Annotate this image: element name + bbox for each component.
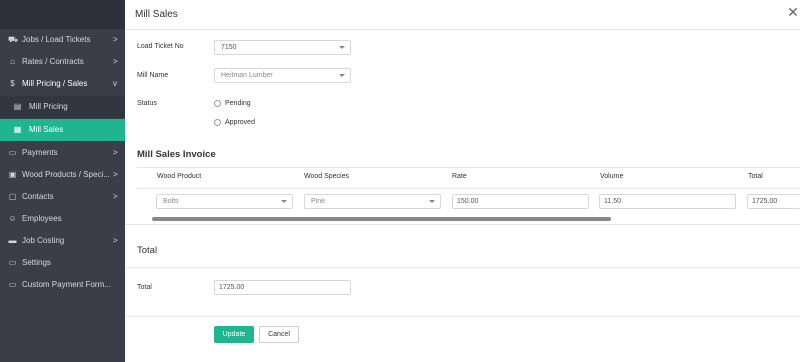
chevron-right-icon: >: [113, 57, 118, 66]
tag-icon: ⌂: [10, 57, 15, 66]
radio-circle: [214, 100, 221, 107]
bar-chart-icon: ▦: [13, 125, 22, 134]
table-header: [137, 167, 800, 189]
status-label: Status: [137, 100, 157, 107]
sidebar-item-label: Mill Pricing: [29, 102, 68, 111]
sidebar-item-label: Contacts: [22, 192, 54, 201]
sidebar-item-job-costing[interactable]: ▬ Job Costing >: [0, 230, 125, 252]
volume-input[interactable]: 11.50: [599, 194, 736, 209]
sidebar-item-label: Employees: [22, 214, 62, 223]
sidebar-item-label: Mill Sales: [29, 125, 64, 134]
total-input[interactable]: 1725.00: [747, 194, 800, 209]
monitor-icon: ▭: [8, 280, 17, 289]
divider: [125, 316, 800, 317]
load-ticket-select[interactable]: 7150: [214, 40, 351, 55]
caret-down-icon: [429, 200, 435, 203]
total-section-title: Total: [137, 245, 158, 256]
rate-input[interactable]: 150.00: [452, 194, 589, 209]
chevron-down-icon: v: [113, 79, 117, 88]
caret-down-icon: [339, 74, 345, 77]
divider: [125, 267, 800, 268]
sidebar-item-label: Mill Pricing / Sales: [22, 79, 88, 88]
column-header-wood-product: Wood Product: [157, 173, 202, 180]
wood-product-select[interactable]: Bolts: [156, 194, 293, 209]
sidebar-item-label: Jobs / Load Tickets: [22, 35, 91, 44]
radio-label: Approved: [225, 119, 255, 126]
horizontal-scrollbar[interactable]: [152, 217, 611, 221]
sidebar-item-label: Rates / Contracts: [22, 57, 84, 66]
wood-product-value: Bolts: [163, 198, 179, 205]
status-radio-pending[interactable]: Pending: [214, 100, 251, 107]
contacts-icon: ▢: [8, 192, 17, 201]
column-header-rate: Rate: [452, 173, 467, 180]
sidebar-item-wood-products[interactable]: ▣ Wood Products / Speci... >: [0, 164, 125, 186]
mill-name-value: Heitman Lumber: [221, 72, 273, 79]
tree-icon: ▣: [8, 170, 17, 179]
chevron-right-icon: >: [113, 35, 118, 44]
price-list-icon: ▤: [13, 102, 22, 111]
load-ticket-label: Load Ticket No: [137, 43, 184, 50]
mill-name-select[interactable]: Heitman Lumber: [214, 68, 351, 83]
grand-total-input[interactable]: 1725.00: [214, 280, 351, 295]
sidebar-item-settings[interactable]: ▭ Settings: [0, 252, 125, 274]
chevron-right-icon: >: [113, 192, 118, 201]
sidebar-item-mill-pricing-sales[interactable]: $ Mill Pricing / Sales v: [0, 73, 125, 95]
caret-down-icon: [281, 200, 287, 203]
sidebar-item-employees[interactable]: ☺ Employees: [0, 208, 125, 230]
radio-circle: [214, 119, 221, 126]
divider: [125, 29, 800, 30]
update-button[interactable]: Update: [214, 326, 254, 343]
wood-species-value: Pine: [311, 198, 326, 205]
money-icon: ▬: [8, 236, 17, 245]
mill-sales-modal: Mill Sales ✕ Load Ticket No 7150 Mill Na…: [125, 0, 800, 362]
wood-species-select[interactable]: Pine: [304, 194, 441, 209]
mill-name-label: Mill Name: [137, 72, 169, 79]
column-header-total: Total: [748, 173, 763, 180]
close-icon[interactable]: ✕: [786, 4, 800, 20]
load-ticket-value: 7150: [221, 44, 237, 51]
caret-down-icon: [339, 46, 345, 49]
column-header-volume: Volume: [600, 173, 624, 180]
cancel-button[interactable]: Cancel: [259, 326, 299, 343]
monitor-icon: ▭: [8, 258, 17, 267]
sidebar-header: [0, 0, 125, 29]
sidebar-item-contacts[interactable]: ▢ Contacts >: [0, 186, 125, 208]
total-label: Total: [137, 284, 152, 291]
chevron-right-icon: >: [113, 148, 118, 157]
sidebar-item-label: Payments: [22, 148, 58, 157]
sidebar: ⛟ Jobs / Load Tickets > ⌂ Rates / Contra…: [0, 0, 125, 362]
sidebar-item-mill-sales[interactable]: ▦ Mill Sales: [0, 119, 125, 141]
chevron-right-icon: >: [113, 236, 118, 245]
chevron-right-icon: >: [113, 170, 118, 179]
sidebar-item-jobs-load-tickets[interactable]: ⛟ Jobs / Load Tickets >: [0, 29, 125, 51]
divider: [125, 224, 800, 225]
sidebar-item-mill-pricing[interactable]: ▤ Mill Pricing: [0, 96, 125, 118]
sidebar-item-custom-payment-forms[interactable]: ▭ Custom Payment Form...: [0, 274, 125, 296]
column-header-wood-species: Wood Species: [304, 173, 350, 180]
sidebar-item-label: Settings: [22, 258, 51, 267]
invoice-section-title: Mill Sales Invoice: [137, 149, 216, 160]
sidebar-item-payments[interactable]: ▭ Payments >: [0, 142, 125, 164]
modal-title: Mill Sales: [135, 9, 178, 20]
status-radio-approved[interactable]: Approved: [214, 119, 255, 126]
sidebar-item-label: Job Costing: [22, 236, 65, 245]
dollar-icon: $: [10, 79, 15, 88]
sidebar-item-rates-contracts[interactable]: ⌂ Rates / Contracts >: [0, 51, 125, 73]
user-icon: ☺: [8, 214, 17, 223]
invoice-table: Wood Product Wood Species Rate Volume To…: [137, 167, 800, 224]
radio-label: Pending: [225, 100, 251, 107]
truck-icon: ⛟: [8, 35, 19, 44]
sidebar-item-label: Custom Payment Form...: [22, 280, 111, 289]
card-icon: ▭: [8, 148, 17, 157]
sidebar-item-label: Wood Products / Speci...: [22, 170, 110, 179]
